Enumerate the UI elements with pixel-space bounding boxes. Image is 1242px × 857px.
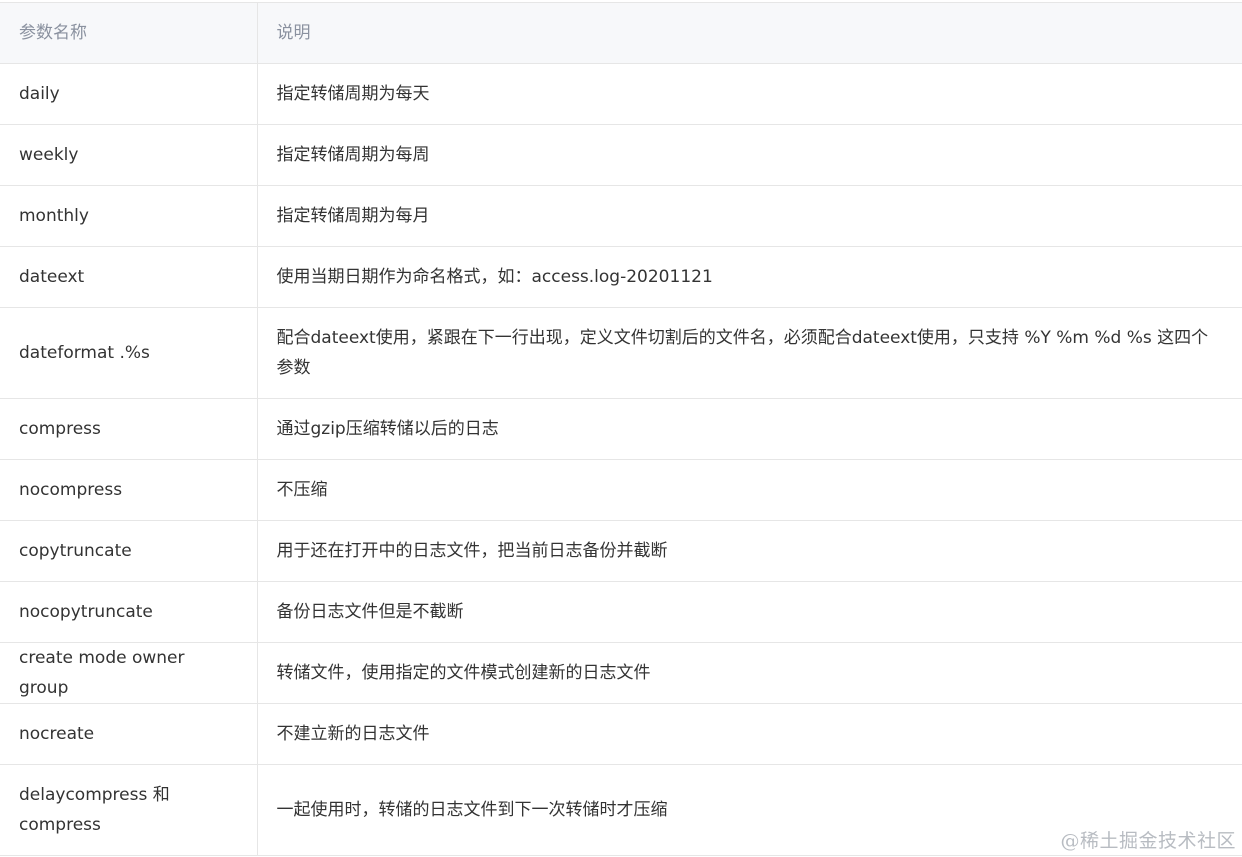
param-cell: nocreate: [0, 703, 258, 765]
desc-cell: 备份日志文件但是不截断: [257, 581, 1242, 643]
table-row: copytruncate 用于还在打开中的日志文件，把当前日志备份并截断: [0, 520, 1242, 582]
table-header-row: 参数名称 说明: [0, 2, 1242, 64]
param-cell: nocopytruncate: [0, 581, 258, 643]
param-cell: copytruncate: [0, 520, 258, 582]
table-row: dateext 使用当期日期作为命名格式，如：access.log-202011…: [0, 246, 1242, 308]
header-description: 说明: [257, 2, 1242, 64]
desc-cell: 配合dateext使用，紧跟在下一行出现，定义文件切割后的文件名，必须配合dat…: [257, 307, 1242, 399]
desc-cell: 不建立新的日志文件: [257, 703, 1242, 765]
param-cell: delaycompress 和 compress: [0, 764, 258, 856]
desc-cell: 通过gzip压缩转储以后的日志: [257, 398, 1242, 460]
table-row: nocreate 不建立新的日志文件: [0, 703, 1242, 765]
desc-cell: 指定转储周期为每月: [257, 185, 1242, 247]
param-cell: monthly: [0, 185, 258, 247]
desc-cell: 转储文件，使用指定的文件模式创建新的日志文件: [257, 642, 1242, 704]
param-cell: dateformat .%s: [0, 307, 258, 399]
desc-cell: 用于还在打开中的日志文件，把当前日志备份并截断: [257, 520, 1242, 582]
desc-cell: 指定转储周期为每天: [257, 63, 1242, 125]
table-row: dateformat .%s 配合dateext使用，紧跟在下一行出现，定义文件…: [0, 307, 1242, 399]
table-row: monthly 指定转储周期为每月: [0, 185, 1242, 247]
table-row: delaycompress 和 compress 一起使用时，转储的日志文件到下…: [0, 764, 1242, 856]
desc-cell: 不压缩: [257, 459, 1242, 521]
page: 参数名称 说明 daily 指定转储周期为每天 weekly 指定转储周期为每周…: [0, 0, 1242, 857]
desc-cell: 指定转储周期为每周: [257, 124, 1242, 186]
param-cell: weekly: [0, 124, 258, 186]
param-cell: nocompress: [0, 459, 258, 521]
param-cell: daily: [0, 63, 258, 125]
param-cell: create mode owner group: [0, 642, 258, 704]
watermark: @稀土掘金技术社区: [1060, 830, 1236, 852]
table-row: nocopytruncate 备份日志文件但是不截断: [0, 581, 1242, 643]
param-cell: dateext: [0, 246, 258, 308]
parameter-table: 参数名称 说明 daily 指定转储周期为每天 weekly 指定转储周期为每周…: [0, 2, 1242, 856]
table-row: create mode owner group 转储文件，使用指定的文件模式创建…: [0, 642, 1242, 704]
table-row: nocompress 不压缩: [0, 459, 1242, 521]
header-param-name: 参数名称: [0, 2, 258, 64]
param-cell: compress: [0, 398, 258, 460]
table-row: daily 指定转储周期为每天: [0, 63, 1242, 125]
table-row: compress 通过gzip压缩转储以后的日志: [0, 398, 1242, 460]
desc-cell: 使用当期日期作为命名格式，如：access.log-20201121: [257, 246, 1242, 308]
table-row: weekly 指定转储周期为每周: [0, 124, 1242, 186]
